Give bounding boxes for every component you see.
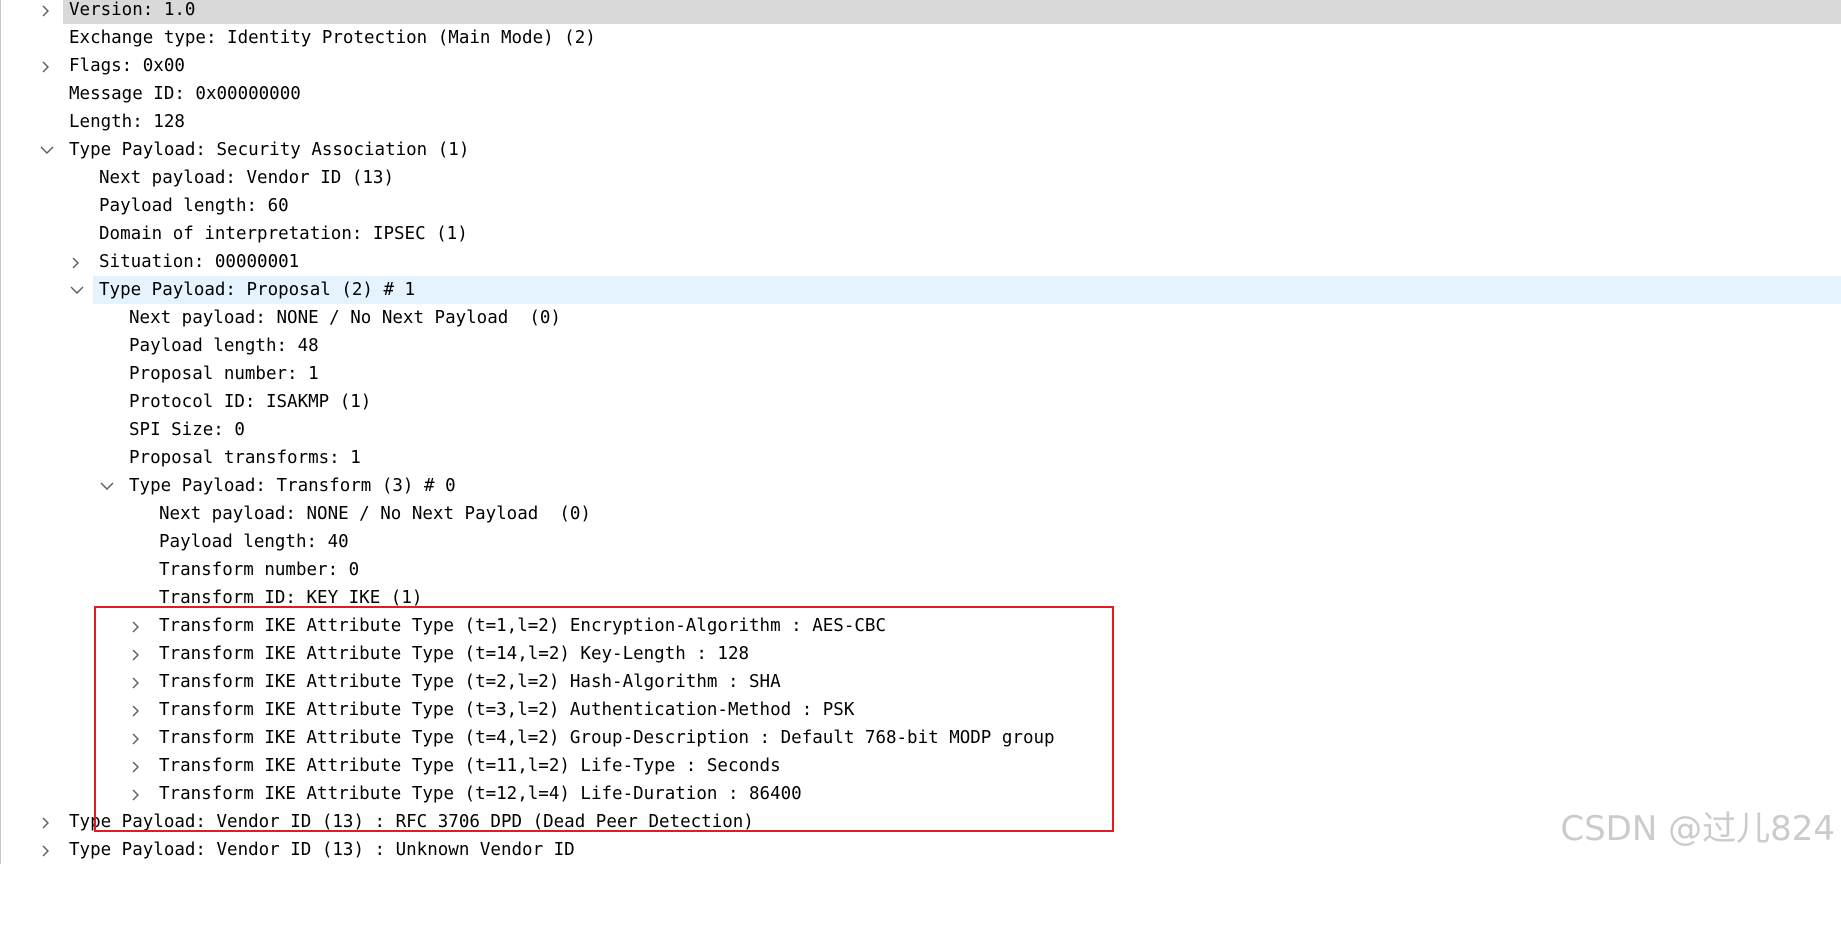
tree-row-label: Payload length: 40 (159, 532, 349, 552)
tree-row-proposal[interactable]: Type Payload: Proposal (2) # 1 (70, 276, 1841, 304)
tree-row-proposal-payload-length[interactable]: Payload length: 48 (1, 332, 1841, 360)
tree-row-proposal-transforms[interactable]: Proposal transforms: 1 (1, 444, 1841, 472)
tree-row-label: Payload length: 48 (129, 336, 319, 356)
tree-row-label: Proposal transforms: 1 (129, 448, 361, 468)
tree-row-label: Transform ID: KEY_IKE (1) (159, 588, 423, 608)
tree-row-label: Next payload: Vendor ID (13) (99, 168, 395, 188)
tree-row-attr-auth-method[interactable]: Transform IKE Attribute Type (t=3,l=2) A… (1, 696, 1841, 724)
chevron-right-icon[interactable] (129, 640, 145, 668)
tree-row-security-association[interactable]: Type Payload: Security Association (1) (1, 136, 1841, 164)
tree-row-label: Situation: 00000001 (99, 252, 300, 272)
tree-row-label: Version: 1.0 (69, 0, 196, 20)
chevron-right-icon[interactable] (129, 752, 145, 780)
tree-row-label: Transform IKE Attribute Type (t=3,l=2) A… (159, 700, 855, 720)
tree-row-label: Proposal number: 1 (129, 364, 319, 384)
chevron-right-icon[interactable] (129, 612, 145, 640)
tree-row-label: Type Payload: Security Association (1) (69, 140, 470, 160)
chevron-right-icon[interactable] (39, 808, 55, 836)
chevron-down-icon[interactable] (38, 136, 54, 164)
tree-row-label: Transform IKE Attribute Type (t=4,l=2) G… (159, 728, 1055, 748)
tree-row-protocol-id[interactable]: Protocol ID: ISAKMP (1) (1, 388, 1841, 416)
watermark: CSDN @过儿824 (1560, 809, 1835, 849)
tree-row-label: Next payload: NONE / No Next Payload (0) (129, 308, 561, 328)
tree-row-transform-payload-length[interactable]: Payload length: 40 (1, 528, 1841, 556)
tree-row-attr-group[interactable]: Transform IKE Attribute Type (t=4,l=2) G… (1, 724, 1841, 752)
packet-details-tree: Version: 1.0 Exchange type: Identity Pro… (0, 0, 1841, 864)
chevron-down-icon[interactable] (68, 276, 84, 304)
tree-row-label: Transform IKE Attribute Type (t=12,l=4) … (159, 784, 802, 804)
tree-row-proposal-number[interactable]: Proposal number: 1 (1, 360, 1841, 388)
chevron-right-icon[interactable] (39, 0, 55, 24)
tree-row-exchange-type[interactable]: Exchange type: Identity Protection (Main… (1, 24, 1841, 52)
tree-row-sa-next-payload[interactable]: Next payload: Vendor ID (13) (1, 164, 1841, 192)
tree-row-label: Protocol ID: ISAKMP (1) (129, 392, 372, 412)
tree-row-version[interactable]: Version: 1.0 (42, 0, 1841, 24)
tree-row-attr-encryption[interactable]: Transform IKE Attribute Type (t=1,l=2) E… (1, 612, 1841, 640)
tree-row-label: SPI Size: 0 (129, 420, 245, 440)
chevron-down-icon[interactable] (98, 472, 114, 500)
tree-row-sa-payload-length[interactable]: Payload length: 60 (1, 192, 1841, 220)
tree-row-label: Flags: 0x00 (69, 56, 185, 76)
tree-row-attr-life-type[interactable]: Transform IKE Attribute Type (t=11,l=2) … (1, 752, 1841, 780)
tree-row-doi[interactable]: Domain of interpretation: IPSEC (1) (1, 220, 1841, 248)
tree-row-transform-number[interactable]: Transform number: 0 (1, 556, 1841, 584)
tree-row-situation[interactable]: Situation: 00000001 (1, 248, 1841, 276)
tree-row-label: Transform IKE Attribute Type (t=14,l=2) … (159, 644, 750, 664)
tree-row-label: Domain of interpretation: IPSEC (1) (99, 224, 468, 244)
tree-row-length[interactable]: Length: 128 (1, 108, 1841, 136)
chevron-right-icon[interactable] (39, 836, 55, 864)
chevron-right-icon[interactable] (39, 52, 55, 80)
tree-row-label: Transform number: 0 (159, 560, 360, 580)
tree-row-attr-hash[interactable]: Transform IKE Attribute Type (t=2,l=2) H… (1, 668, 1841, 696)
tree-row-label: Payload length: 60 (99, 196, 289, 216)
tree-row-attr-key-length[interactable]: Transform IKE Attribute Type (t=14,l=2) … (1, 640, 1841, 668)
tree-row-message-id[interactable]: Message ID: 0x00000000 (1, 80, 1841, 108)
tree-row-transform-id[interactable]: Transform ID: KEY_IKE (1) (1, 584, 1841, 612)
tree-row-label: Message ID: 0x00000000 (69, 84, 301, 104)
tree-row-flags[interactable]: Flags: 0x00 (1, 52, 1841, 80)
chevron-right-icon[interactable] (129, 668, 145, 696)
tree-row-label: Exchange type: Identity Protection (Main… (69, 28, 596, 48)
tree-row-label: Transform IKE Attribute Type (t=11,l=2) … (159, 756, 781, 776)
tree-row-proposal-next-payload[interactable]: Next payload: NONE / No Next Payload (0) (1, 304, 1841, 332)
tree-row-label: Transform IKE Attribute Type (t=2,l=2) H… (159, 672, 781, 692)
tree-row-label: Next payload: NONE / No Next Payload (0) (159, 504, 591, 524)
tree-row-transform[interactable]: Type Payload: Transform (3) # 0 (1, 472, 1841, 500)
tree-row-label: Transform IKE Attribute Type (t=1,l=2) E… (159, 616, 886, 636)
chevron-right-icon[interactable] (129, 724, 145, 752)
tree-row-label: Type Payload: Proposal (2) # 1 (99, 280, 416, 300)
tree-row-label: Type Payload: Vendor ID (13) : Unknown V… (69, 840, 575, 860)
tree-row-spi-size[interactable]: SPI Size: 0 (1, 416, 1841, 444)
chevron-right-icon[interactable] (129, 780, 145, 808)
chevron-right-icon[interactable] (129, 696, 145, 724)
tree-row-label: Type Payload: Vendor ID (13) : RFC 3706 … (69, 812, 754, 832)
tree-row-label: Type Payload: Transform (3) # 0 (129, 476, 456, 496)
tree-row-label: Length: 128 (69, 112, 185, 132)
tree-row-transform-next-payload[interactable]: Next payload: NONE / No Next Payload (0) (1, 500, 1841, 528)
chevron-right-icon[interactable] (69, 248, 85, 276)
